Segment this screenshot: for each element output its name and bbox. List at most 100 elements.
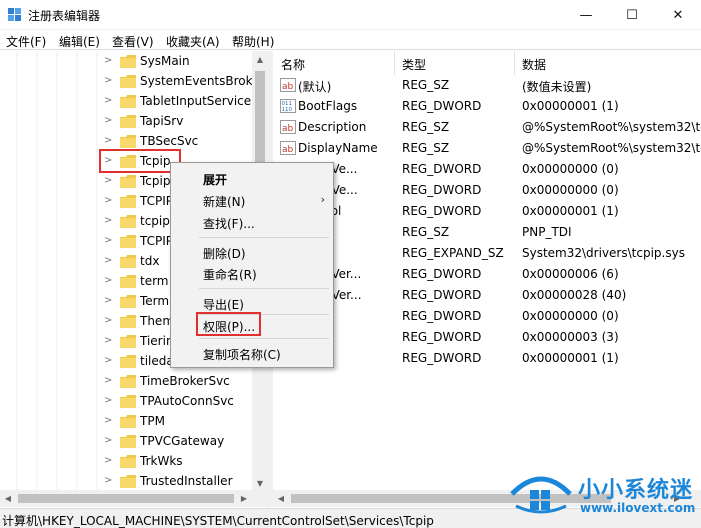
chevron-right-icon[interactable]: >	[104, 116, 114, 126]
chevron-right-icon[interactable]: >	[104, 416, 114, 426]
scroll-thumb[interactable]	[18, 494, 234, 503]
chevron-right-icon[interactable]: >	[104, 336, 114, 346]
folder-icon	[120, 195, 136, 208]
menu-separator	[199, 338, 329, 339]
value-row[interactable]: 011110REG_DWORD0x00000000 (0)	[273, 306, 701, 327]
current-key-path: 计算机\HKEY_LOCAL_MACHINE\SYSTEM\CurrentCon…	[2, 514, 434, 528]
tree-item[interactable]: > TPM	[104, 412, 267, 432]
chevron-right-icon[interactable]: >	[104, 176, 114, 186]
scroll-left-icon[interactable]: ◀	[0, 490, 16, 507]
value-row[interactable]: 011110MajorVe...REG_DWORD0x00000000 (0)	[273, 159, 701, 180]
chevron-right-icon[interactable]: >	[104, 56, 114, 66]
value-type: REG_SZ	[402, 78, 450, 92]
value-row[interactable]: abREG_SZPNP_TDI	[273, 222, 701, 243]
menu-file[interactable]: 文件(F)	[6, 33, 46, 50]
chevron-right-icon[interactable]: >	[104, 236, 114, 246]
value-data: PNP_TDI	[522, 225, 572, 239]
tree-item[interactable]: > SysMain	[104, 52, 267, 72]
scroll-right-icon[interactable]: ▶	[236, 490, 252, 507]
chevron-right-icon[interactable]: >	[104, 436, 114, 446]
chevron-right-icon[interactable]: >	[104, 256, 114, 266]
tree-item[interactable]: > TPVCGateway	[104, 432, 267, 452]
chevron-right-icon[interactable]: >	[104, 296, 114, 306]
tree-item[interactable]: > TrustedInstaller	[104, 472, 267, 492]
menu-view[interactable]: 查看(V)	[112, 33, 154, 50]
chevron-right-icon[interactable]: >	[104, 76, 114, 86]
watermark-logo-icon	[510, 476, 572, 514]
chevron-right-icon[interactable]: >	[104, 216, 114, 226]
chevron-right-icon[interactable]: >	[104, 476, 114, 486]
tree-item[interactable]: > TPAutoConnSvc	[104, 392, 267, 412]
tree-item-label: TrustedInstaller	[140, 474, 233, 488]
value-row[interactable]: 011110MinorVer...REG_DWORD0x00000028 (40…	[273, 285, 701, 306]
tree-item-label: TCPIP	[140, 234, 174, 248]
tree-item[interactable]: > TrkWks	[104, 452, 267, 472]
value-row[interactable]: 011 110 BootFlags REG_DWORD 0x00000001 (1)	[273, 96, 701, 117]
value-row[interactable]: 011110MinorVe...REG_DWORD0x00000000 (0)	[273, 180, 701, 201]
svg-text:ab: ab	[282, 82, 294, 92]
string-value-icon: ab	[280, 120, 296, 134]
tree-item[interactable]: > TimeBrokerSvc	[104, 372, 267, 392]
chevron-right-icon[interactable]: >	[104, 376, 114, 386]
column-header-name[interactable]: 名称	[273, 51, 395, 75]
value-type: REG_DWORD	[402, 330, 482, 344]
chevron-right-icon[interactable]: >	[104, 196, 114, 206]
menu-edit[interactable]: 编辑(E)	[59, 33, 100, 50]
value-data: (数值未设置)	[522, 80, 592, 94]
tree-item-label: Tierin	[140, 334, 174, 348]
value-row[interactable]: 011110REG_DWORD0x00000003 (3)	[273, 327, 701, 348]
column-header-type[interactable]: 类型	[395, 51, 515, 75]
value-type: REG_DWORD	[402, 162, 482, 176]
tree-item[interactable]: > SystemEventsBroke	[104, 72, 267, 92]
scroll-up-icon[interactable]: ▲	[252, 51, 268, 67]
value-row[interactable]: ab (默认) REG_SZ (数值未设置)	[273, 75, 701, 96]
tree-item[interactable]: > TabletInputService	[104, 92, 267, 112]
scroll-down-icon[interactable]: ▼	[252, 475, 268, 491]
value-data: 0x00000001 (1)	[522, 99, 619, 113]
value-data: 0x00000006 (6)	[522, 267, 619, 281]
chevron-right-icon[interactable]: >	[104, 136, 114, 146]
chevron-right-icon[interactable]: >	[104, 96, 114, 106]
ctx-copy-key-name[interactable]: 复制项名称(C)	[203, 346, 281, 366]
tree-item-label: tcpip	[140, 214, 170, 228]
value-row[interactable]: ab Description REG_SZ @%SystemRoot%\system3…	[273, 117, 701, 138]
ctx-find[interactable]: 查找(F)...	[203, 215, 255, 235]
menu-help[interactable]: 帮助(H)	[232, 33, 274, 50]
maximize-button[interactable]: ☐	[609, 0, 655, 30]
chevron-right-icon[interactable]: >	[104, 356, 114, 366]
chevron-right-icon[interactable]: >	[104, 396, 114, 406]
tree-horizontal-scrollbar[interactable]: ◀ ▶	[0, 490, 268, 507]
ctx-new[interactable]: 新建(N)	[203, 193, 245, 213]
ctx-delete[interactable]: 删除(D)	[203, 245, 246, 265]
value-type: REG_DWORD	[402, 351, 482, 365]
value-type: REG_DWORD	[402, 204, 482, 218]
values-list-pane[interactable]: 名称 类型 数据 ab (默认) REG_SZ (数值未设置) 011 110 BootFl…	[273, 51, 701, 490]
chevron-right-icon[interactable]: >	[104, 316, 114, 326]
value-data: @%SystemRoot%\system32\tc	[522, 141, 701, 155]
value-type: REG_DWORD	[402, 309, 482, 323]
tree-item[interactable]: > TapiSrv	[104, 112, 267, 132]
tree-item-label: TBSecSvc	[140, 134, 199, 148]
value-row[interactable]: abPathREG_EXPAND_SZSystem32\drivers\tcpi…	[273, 243, 701, 264]
permissions-highlight	[196, 312, 261, 336]
ctx-rename[interactable]: 重命名(R)	[203, 266, 257, 286]
scroll-left-icon[interactable]: ◀	[273, 490, 289, 507]
value-data: @%SystemRoot%\system32\tc	[522, 120, 701, 134]
value-row[interactable]: 011110REG_DWORD0x00000001 (1)	[273, 348, 701, 369]
value-row[interactable]: 011110MajorVer...REG_DWORD0x00000006 (6)	[273, 264, 701, 285]
value-type: REG_SZ	[402, 120, 450, 134]
string-value-icon: ab	[280, 78, 296, 92]
folder-icon	[120, 115, 136, 128]
column-header-data[interactable]: 数据	[515, 51, 701, 75]
value-row[interactable]: ab DisplayName REG_SZ @%SystemRoot%\system3…	[273, 138, 701, 159]
menu-favorites[interactable]: 收藏夹(A)	[166, 33, 220, 50]
watermark-url: www.ilovext.com	[580, 501, 696, 515]
scroll-thumb[interactable]	[255, 71, 265, 171]
close-button[interactable]: ✕	[655, 0, 701, 30]
menu-separator	[199, 288, 329, 289]
chevron-right-icon[interactable]: >	[104, 276, 114, 286]
ctx-expand[interactable]: 展开	[203, 171, 227, 191]
chevron-right-icon[interactable]: >	[104, 456, 114, 466]
minimize-button[interactable]: —	[563, 0, 609, 30]
value-row[interactable]: 011110ControlREG_DWORD0x00000001 (1)	[273, 201, 701, 222]
